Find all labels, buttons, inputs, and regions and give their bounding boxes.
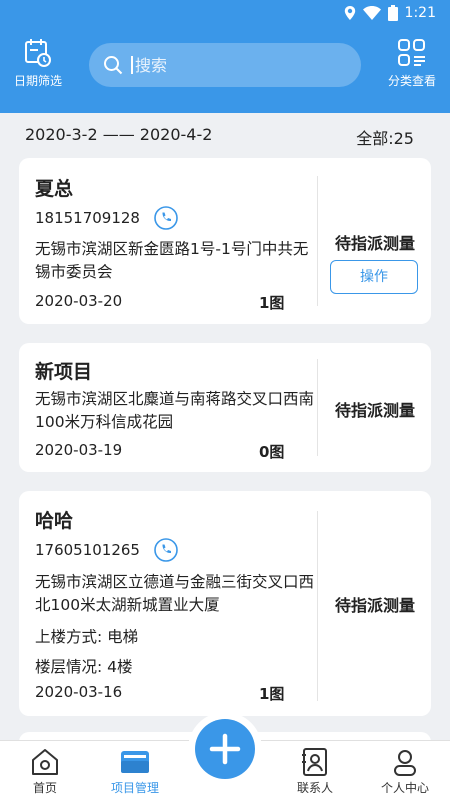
card-divider: [317, 511, 318, 701]
card-phone-row: 18151709128: [35, 206, 178, 230]
card-status: 待指派测量: [334, 234, 415, 253]
location-icon: [344, 6, 355, 20]
project-card[interactable]: 夏总 18151709128 无锡市滨湖区新金匮路1号-1号门中共无锡市委员会 …: [19, 158, 431, 324]
category-view-button[interactable]: 分类查看: [377, 38, 447, 89]
card-name: 新项目: [35, 361, 93, 383]
calendar-clock-icon: [25, 39, 51, 67]
battery-icon: [387, 5, 398, 21]
plus-icon: [209, 733, 241, 765]
phone-call-icon[interactable]: [154, 206, 178, 230]
tab-projects-label: 项目管理: [110, 781, 159, 795]
tab-home-label: 首页: [32, 781, 57, 795]
card-floor-method: 上楼方式: 电梯: [35, 628, 139, 646]
card-divider: [317, 359, 318, 456]
project-card[interactable]: 新项目 无锡市滨湖区北麋道与南蒋路交叉口西南100米万科信成花园 2020-03…: [19, 343, 431, 472]
tab-contacts[interactable]: 联系人: [275, 747, 355, 796]
card-address: 无锡市滨湖区北麋道与南蒋路交叉口西南100米万科信成花园: [35, 390, 315, 431]
card-status: 待指派测量: [334, 401, 415, 420]
card-status: 待指派测量: [334, 596, 415, 615]
card-date: 2020-03-19: [35, 441, 123, 459]
card-date: 2020-03-16: [35, 683, 123, 701]
date-range: 2020-3-2 —— 2020-4-2: [25, 125, 213, 144]
contacts-icon: [302, 748, 327, 776]
user-profile-icon: [394, 750, 416, 776]
add-project-button[interactable]: [195, 719, 255, 779]
tab-home[interactable]: 首页: [5, 747, 85, 796]
tab-projects[interactable]: 项目管理: [95, 747, 175, 796]
tab-profile[interactable]: 个人中心: [365, 747, 445, 796]
phone-call-icon[interactable]: [154, 538, 178, 562]
total-count: 全部:25: [356, 129, 414, 148]
app-header: 1:21 日期筛选 分类查看: [0, 0, 450, 113]
project-card[interactable]: 哈哈 17605101265 无锡市滨湖区立德道与金融三街交叉口西北100米太湖…: [19, 491, 431, 716]
card-divider: [317, 176, 318, 306]
status-bar: 1:21: [344, 2, 436, 24]
card-floor-info: 楼层情况: 4楼: [35, 658, 133, 676]
card-name: 哈哈: [35, 510, 74, 532]
operate-button[interactable]: 操作: [330, 260, 418, 294]
category-grid-icon: [398, 39, 425, 66]
card-name: 夏总: [35, 178, 74, 200]
card-phone: 17605101265: [35, 541, 140, 559]
card-image-count: 0图: [259, 443, 285, 461]
card-phone: 18151709128: [35, 209, 140, 227]
card-address: 无锡市滨湖区立德道与金融三街交叉口西北100米太湖新城置业大厦: [35, 573, 315, 614]
card-address: 无锡市滨湖区新金匮路1号-1号门中共无锡市委员会: [35, 240, 309, 281]
wifi-icon: [362, 6, 381, 20]
home-icon: [32, 749, 58, 775]
date-filter-button[interactable]: 日期筛选: [3, 38, 73, 89]
text-cursor: [131, 56, 133, 74]
project-folder-icon: [121, 751, 149, 773]
card-image-count: 1图: [259, 294, 285, 312]
date-filter-label: 日期筛选: [13, 74, 62, 88]
status-time: 1:21: [404, 5, 436, 21]
card-date: 2020-03-20: [35, 292, 123, 310]
search-input[interactable]: [135, 55, 335, 75]
tab-profile-label: 个人中心: [380, 781, 429, 795]
tab-contacts-label: 联系人: [296, 781, 333, 795]
card-phone-row: 17605101265: [35, 538, 178, 562]
card-image-count: 1图: [259, 685, 285, 703]
search-icon: [103, 55, 123, 75]
category-label: 分类查看: [387, 74, 436, 88]
search-bar[interactable]: [89, 43, 361, 87]
